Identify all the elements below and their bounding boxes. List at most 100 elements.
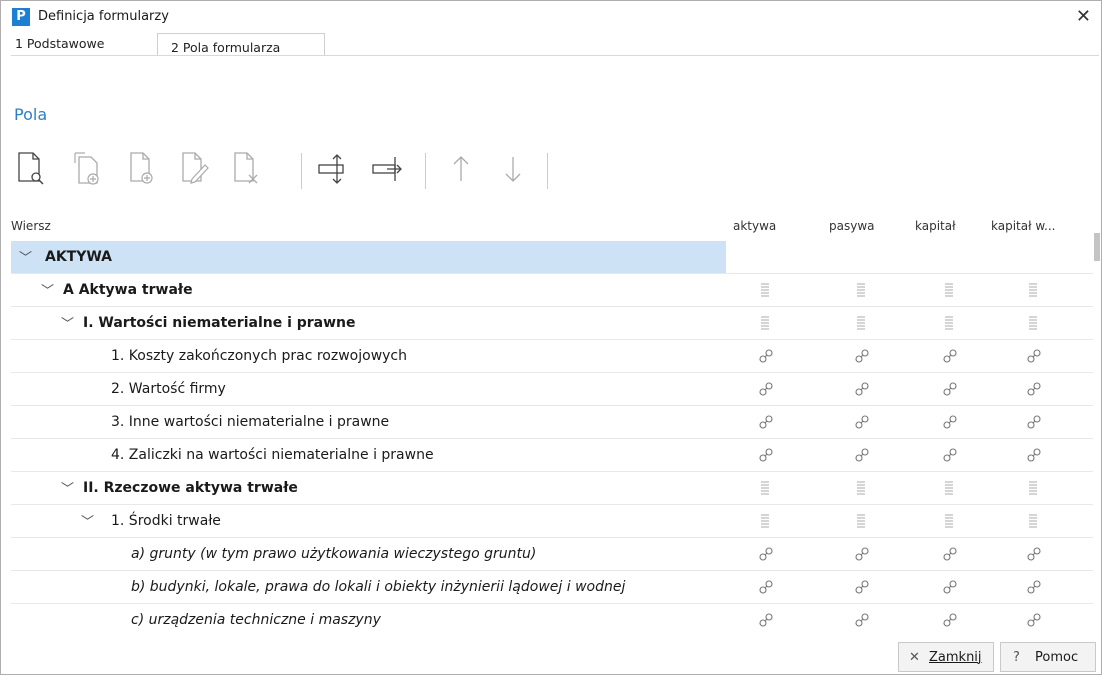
title-bar: P Definicja formularzy ✕ bbox=[1, 1, 1101, 31]
stack-icon[interactable] bbox=[854, 513, 868, 529]
link-icon[interactable] bbox=[1026, 546, 1041, 562]
stack-icon[interactable] bbox=[1026, 282, 1040, 298]
stack-icon[interactable] bbox=[942, 282, 956, 298]
tree-row[interactable]: 2. Wartość firmy bbox=[11, 373, 1093, 406]
row-label: 3. Inne wartości niematerialne i prawne bbox=[111, 414, 390, 430]
link-icon[interactable] bbox=[942, 414, 957, 430]
chevron-down-icon[interactable]: ﹀ bbox=[61, 478, 74, 497]
tree-row[interactable]: ﹀ I. Wartości niematerialne i prawne bbox=[11, 307, 1093, 340]
link-icon[interactable] bbox=[942, 381, 957, 397]
document-add-icon[interactable] bbox=[125, 149, 161, 189]
stack-icon[interactable] bbox=[1026, 513, 1040, 529]
tree-row[interactable]: ﹀ AKTYWA bbox=[11, 241, 1093, 274]
close-button[interactable]: ✕ Zamknij bbox=[898, 642, 994, 672]
help-button[interactable]: ? Pomoc bbox=[1000, 642, 1096, 672]
row-label: I. Wartości niematerialne i prawne bbox=[83, 315, 356, 331]
tab-podstawowe[interactable]: 1 Podstawowe bbox=[15, 36, 104, 51]
document-edit-icon[interactable] bbox=[177, 149, 213, 189]
link-icon[interactable] bbox=[758, 612, 773, 628]
stack-icon[interactable] bbox=[854, 315, 868, 331]
link-icon[interactable] bbox=[854, 414, 869, 430]
tree-row[interactable]: ﹀ A Aktywa trwałe bbox=[11, 274, 1093, 307]
column-header-kapital-w[interactable]: kapitał w... bbox=[991, 219, 1055, 233]
expand-rows-icon[interactable] bbox=[315, 149, 351, 189]
tree-row[interactable]: ﹀ II. Rzeczowe aktywa trwałe bbox=[11, 472, 1093, 505]
close-icon[interactable]: ✕ bbox=[1076, 6, 1091, 27]
stack-icon[interactable] bbox=[942, 315, 956, 331]
chevron-down-icon[interactable]: ﹀ bbox=[19, 247, 32, 266]
tree-row[interactable]: 1. Koszty zakończonych prac rozwojowych bbox=[11, 340, 1093, 373]
tree-row[interactable]: a) grunty (w tym prawo użytkowania wiecz… bbox=[11, 538, 1093, 571]
link-icon[interactable] bbox=[758, 348, 773, 364]
link-icon[interactable] bbox=[1026, 348, 1041, 364]
link-icon[interactable] bbox=[942, 546, 957, 562]
link-icon[interactable] bbox=[854, 546, 869, 562]
link-icon[interactable] bbox=[854, 612, 869, 628]
link-icon[interactable] bbox=[758, 381, 773, 397]
tab-strip-line bbox=[11, 55, 1099, 56]
tree-row[interactable]: ﹀ 1. Środki trwałe bbox=[11, 505, 1093, 538]
stack-icon[interactable] bbox=[758, 282, 772, 298]
stack-icon[interactable] bbox=[758, 480, 772, 496]
document-delete-icon[interactable] bbox=[229, 149, 265, 189]
tree-row[interactable]: 4. Zaliczki na wartości niematerialne i … bbox=[11, 439, 1093, 472]
link-icon[interactable] bbox=[942, 348, 957, 364]
chevron-down-icon[interactable]: ﹀ bbox=[41, 280, 54, 299]
column-header-pasywa[interactable]: pasywa bbox=[829, 219, 875, 233]
link-icon[interactable] bbox=[942, 579, 957, 595]
link-icon[interactable] bbox=[854, 381, 869, 397]
link-icon[interactable] bbox=[942, 447, 957, 463]
column-header-wiersz[interactable]: Wiersz bbox=[11, 219, 51, 233]
chevron-down-icon[interactable]: ﹀ bbox=[81, 511, 94, 530]
row-label: a) grunty (w tym prawo użytkowania wiecz… bbox=[131, 546, 537, 562]
document-add-child-icon[interactable] bbox=[71, 149, 107, 189]
link-icon[interactable] bbox=[758, 447, 773, 463]
chevron-down-icon[interactable]: ﹀ bbox=[61, 313, 74, 332]
stack-icon[interactable] bbox=[942, 513, 956, 529]
tree-row[interactable]: c) urządzenia techniczne i maszyny bbox=[11, 604, 1093, 629]
link-icon[interactable] bbox=[854, 579, 869, 595]
row-label: 2. Wartość firmy bbox=[111, 381, 226, 397]
link-icon[interactable] bbox=[854, 348, 869, 364]
scrollbar-thumb[interactable] bbox=[1094, 233, 1100, 261]
help-icon: ? bbox=[1013, 650, 1020, 665]
expand-level-icon[interactable] bbox=[369, 149, 405, 189]
link-icon[interactable] bbox=[1026, 579, 1041, 595]
stack-icon[interactable] bbox=[1026, 315, 1040, 331]
tree-row[interactable]: 3. Inne wartości niematerialne i prawne bbox=[11, 406, 1093, 439]
stack-icon[interactable] bbox=[758, 315, 772, 331]
link-icon[interactable] bbox=[758, 414, 773, 430]
tab-pola-formularza[interactable]: 2 Pola formularza bbox=[157, 33, 325, 56]
link-icon[interactable] bbox=[758, 579, 773, 595]
link-icon[interactable] bbox=[942, 612, 957, 628]
toolbar-separator bbox=[301, 153, 302, 189]
section-title: Pola bbox=[14, 105, 48, 124]
stack-icon[interactable] bbox=[854, 282, 868, 298]
vertical-scrollbar[interactable] bbox=[1093, 213, 1101, 629]
app-logo-icon: P bbox=[12, 8, 30, 26]
link-icon[interactable] bbox=[1026, 414, 1041, 430]
grid-header: Wiersz aktywa pasywa kapitał kapitał w..… bbox=[11, 213, 1093, 241]
row-label: 1. Koszty zakończonych prac rozwojowych bbox=[111, 348, 407, 364]
column-header-aktywa[interactable]: aktywa bbox=[733, 219, 776, 233]
stack-icon[interactable] bbox=[854, 480, 868, 496]
toolbar-separator bbox=[425, 153, 426, 189]
tree-grid[interactable]: ﹀ AKTYWA ﹀ A Aktywa trwałe ﹀ I. Wartości niem… bbox=[11, 241, 1093, 629]
stack-icon[interactable] bbox=[1026, 480, 1040, 496]
column-header-kapital[interactable]: kapitał bbox=[915, 219, 956, 233]
document-preview-icon[interactable] bbox=[15, 149, 51, 189]
stack-icon[interactable] bbox=[758, 513, 772, 529]
stack-icon[interactable] bbox=[942, 480, 956, 496]
help-button-label: Pomoc bbox=[1035, 650, 1079, 665]
arrow-up-icon[interactable] bbox=[443, 149, 479, 189]
arrow-down-icon[interactable] bbox=[495, 149, 531, 189]
tree-row[interactable]: b) budynki, lokale, prawa do lokali i ob… bbox=[11, 571, 1093, 604]
toolbar-separator bbox=[547, 153, 548, 189]
link-icon[interactable] bbox=[1026, 612, 1041, 628]
selection-highlight bbox=[11, 241, 726, 273]
link-icon[interactable] bbox=[1026, 381, 1041, 397]
link-icon[interactable] bbox=[758, 546, 773, 562]
link-icon[interactable] bbox=[854, 447, 869, 463]
row-label: b) budynki, lokale, prawa do lokali i ob… bbox=[131, 579, 626, 595]
link-icon[interactable] bbox=[1026, 447, 1041, 463]
